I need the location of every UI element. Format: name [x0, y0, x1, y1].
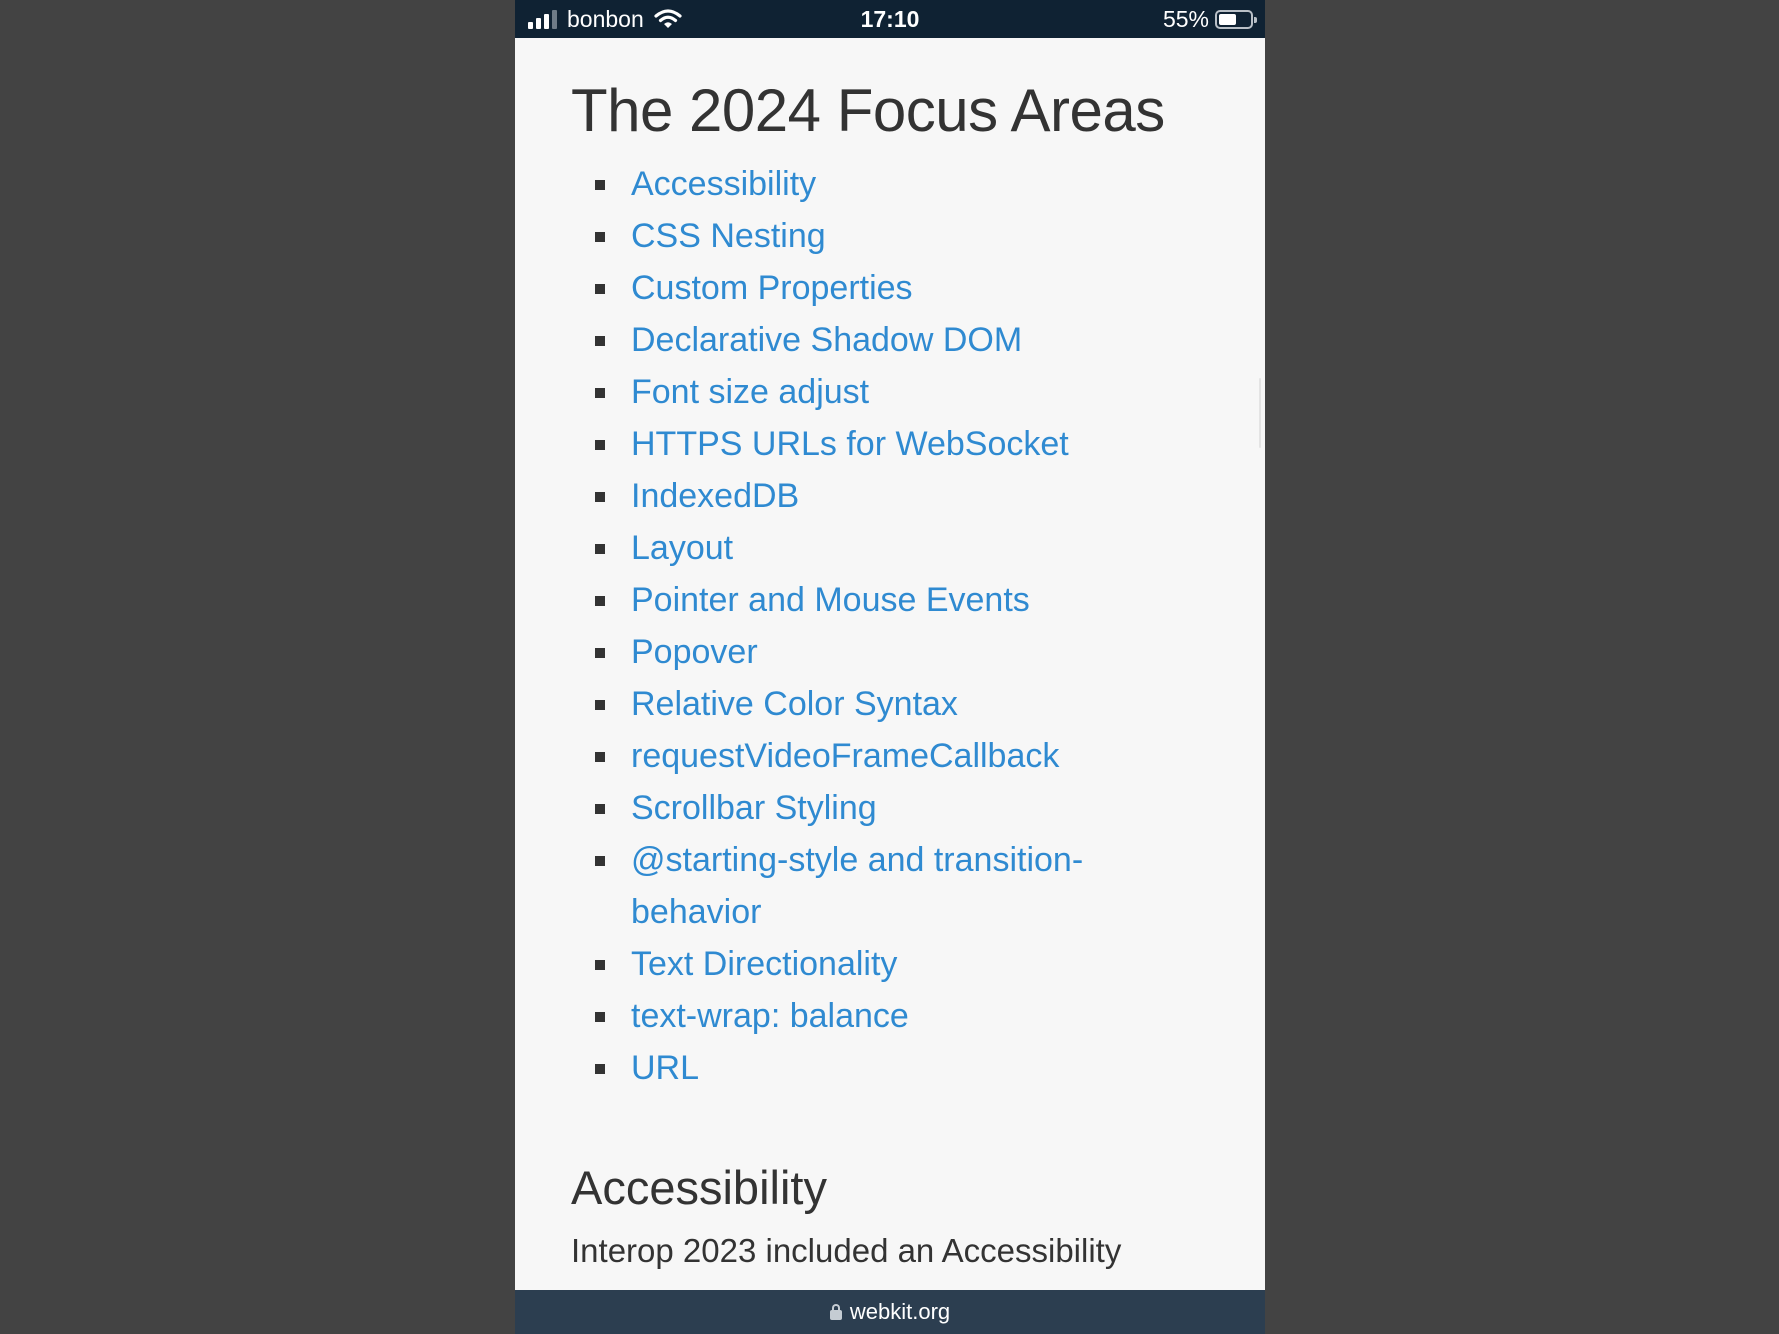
list-item: HTTPS URLs for WebSocket — [515, 418, 1265, 470]
list-item: CSS Nesting — [515, 210, 1265, 262]
list-item: @starting-style and transition-behavior — [515, 834, 1265, 938]
bullet-icon — [595, 440, 605, 450]
bullet-icon — [595, 700, 605, 710]
focus-area-link[interactable]: URL — [631, 1049, 699, 1087]
bullet-icon — [595, 180, 605, 190]
section-heading: Accessibility — [571, 1161, 827, 1214]
status-time: 17:10 — [860, 6, 920, 32]
bullet-icon — [595, 752, 605, 762]
list-item: IndexedDB — [515, 470, 1265, 522]
battery-level — [1219, 13, 1236, 25]
list-item: Custom Properties — [515, 262, 1265, 314]
focus-areas-list: Accessibility CSS Nesting Custom Propert… — [515, 158, 1265, 1094]
focus-area-link[interactable]: Pointer and Mouse Events — [631, 581, 1030, 619]
status-right: 55% — [1162, 0, 1257, 38]
list-item: Scrollbar Styling — [515, 782, 1265, 834]
battery-percent: 55% — [1162, 5, 1209, 32]
bullet-icon — [595, 284, 605, 294]
list-item: Declarative Shadow DOM — [515, 314, 1265, 366]
focus-area-link[interactable]: text-wrap: balance — [631, 997, 909, 1035]
focus-area-link[interactable]: CSS Nesting — [631, 217, 826, 255]
list-item: Relative Color Syntax — [515, 678, 1265, 730]
bullet-icon — [595, 492, 605, 502]
battery-icon — [1215, 9, 1257, 29]
focus-area-link[interactable]: Declarative Shadow DOM — [631, 321, 1022, 359]
focus-area-link[interactable]: Scrollbar Styling — [631, 789, 877, 827]
page-content[interactable]: The 2024 Focus Areas Accessibility CSS N… — [515, 38, 1265, 1290]
focus-area-link[interactable]: Popover — [631, 633, 758, 671]
list-item: Popover — [515, 626, 1265, 678]
list-item: Text Directionality — [515, 938, 1265, 990]
page-title: The 2024 Focus Areas — [571, 77, 1165, 144]
bullet-icon — [595, 336, 605, 346]
bullet-icon — [595, 388, 605, 398]
bullet-icon — [595, 856, 605, 866]
focus-area-link[interactable]: @starting-style and transition-behavior — [631, 834, 1091, 938]
bullet-icon — [595, 648, 605, 658]
phone-screen: bonbon 17:10 55% The 2024 Focus Areas Ac… — [515, 0, 1265, 1334]
url-bar[interactable]: webkit.org — [515, 1290, 1265, 1334]
focus-area-link[interactable]: Custom Properties — [631, 269, 913, 307]
bullet-icon — [595, 1012, 605, 1022]
focus-area-link[interactable]: Accessibility — [631, 165, 816, 203]
list-item: Accessibility — [515, 158, 1265, 210]
lock-icon — [829, 1304, 842, 1320]
list-item: Layout — [515, 522, 1265, 574]
url-domain[interactable]: webkit.org — [850, 1299, 950, 1325]
focus-area-link[interactable]: HTTPS URLs for WebSocket — [631, 425, 1069, 463]
status-bar: bonbon 17:10 55% — [515, 0, 1265, 38]
bullet-icon — [595, 232, 605, 242]
focus-area-link[interactable]: Text Directionality — [631, 945, 897, 983]
focus-area-link[interactable]: Font size adjust — [631, 373, 869, 411]
list-item: Font size adjust — [515, 366, 1265, 418]
focus-area-link[interactable]: Layout — [631, 529, 733, 567]
list-item: Pointer and Mouse Events — [515, 574, 1265, 626]
bullet-icon — [595, 804, 605, 814]
bullet-icon — [595, 1064, 605, 1074]
focus-area-link[interactable]: requestVideoFrameCallback — [631, 737, 1059, 775]
bullet-icon — [595, 544, 605, 554]
list-item: requestVideoFrameCallback — [515, 730, 1265, 782]
bullet-icon — [595, 960, 605, 970]
bullet-icon — [595, 596, 605, 606]
section-intro: Interop 2023 included an Accessibility — [571, 1232, 1122, 1269]
focus-area-link[interactable]: Relative Color Syntax — [631, 685, 958, 723]
focus-area-link[interactable]: IndexedDB — [631, 477, 799, 515]
scroll-indicator — [1259, 378, 1261, 448]
list-item: text-wrap: balance — [515, 990, 1265, 1042]
list-item: URL — [515, 1042, 1265, 1094]
